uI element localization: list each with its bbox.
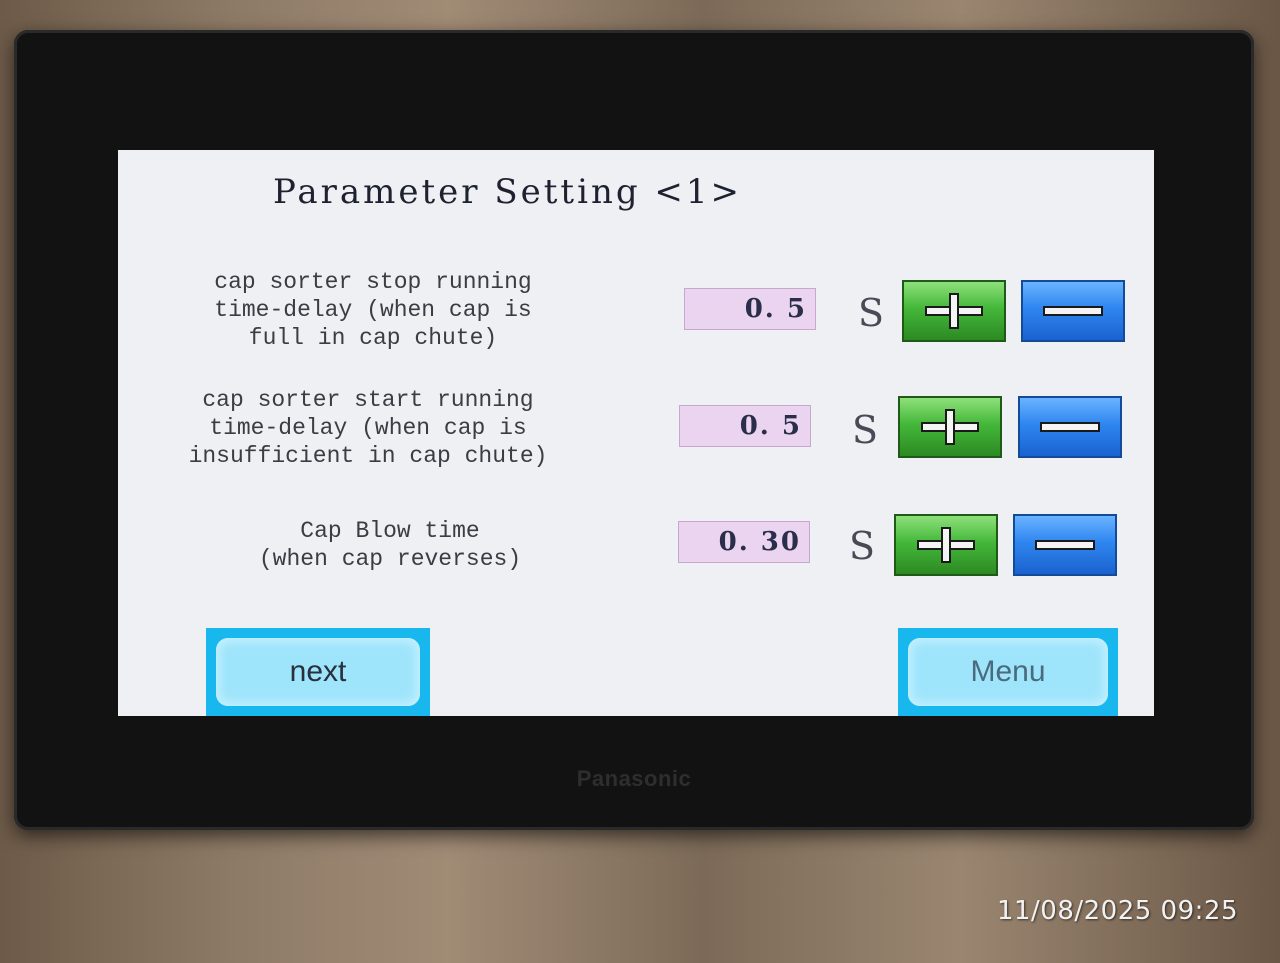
param-label-cap-blow: Cap Blow time (when cap reverses) — [258, 518, 522, 572]
increase-button-cap-blow[interactable] — [894, 514, 998, 576]
value-field-start-delay[interactable]: 0. 5 — [679, 405, 811, 447]
value-field-cap-blow[interactable]: 0. 30 — [678, 521, 810, 563]
next-button-label: next — [216, 638, 420, 706]
menu-button-label: Menu — [908, 638, 1108, 706]
decrease-button-cap-blow[interactable] — [1013, 514, 1117, 576]
decrease-button-stop-delay[interactable] — [1021, 280, 1125, 342]
increase-button-start-delay[interactable] — [898, 396, 1002, 458]
param-label-stop-delay: cap sorter stop running time-delay (when… — [214, 269, 532, 351]
hmi-screen: Parameter Setting <1> cap sorter stop ru… — [118, 150, 1154, 716]
value-field-stop-delay[interactable]: 0. 5 — [684, 288, 816, 330]
photo-timestamp: 11/08/2025 09:25 — [996, 896, 1238, 926]
param-label-start-delay: cap sorter start running time-delay (whe… — [188, 387, 548, 469]
page-title: Parameter Setting <1> — [273, 172, 743, 212]
minus-icon — [1040, 422, 1100, 432]
decrease-button-start-delay[interactable] — [1018, 396, 1122, 458]
plus-icon — [921, 409, 979, 445]
unit-label-start-delay: S — [852, 408, 879, 452]
increase-button-stop-delay[interactable] — [902, 280, 1006, 342]
unit-label-cap-blow: S — [849, 524, 876, 568]
plus-icon — [917, 527, 975, 563]
minus-icon — [1035, 540, 1095, 550]
minus-icon — [1043, 306, 1103, 316]
brand-logo: Panasonic — [576, 766, 692, 791]
plus-icon — [925, 293, 983, 329]
menu-button[interactable]: Menu — [898, 628, 1118, 716]
next-button[interactable]: next — [206, 628, 430, 716]
unit-label-stop-delay: S — [858, 291, 885, 335]
